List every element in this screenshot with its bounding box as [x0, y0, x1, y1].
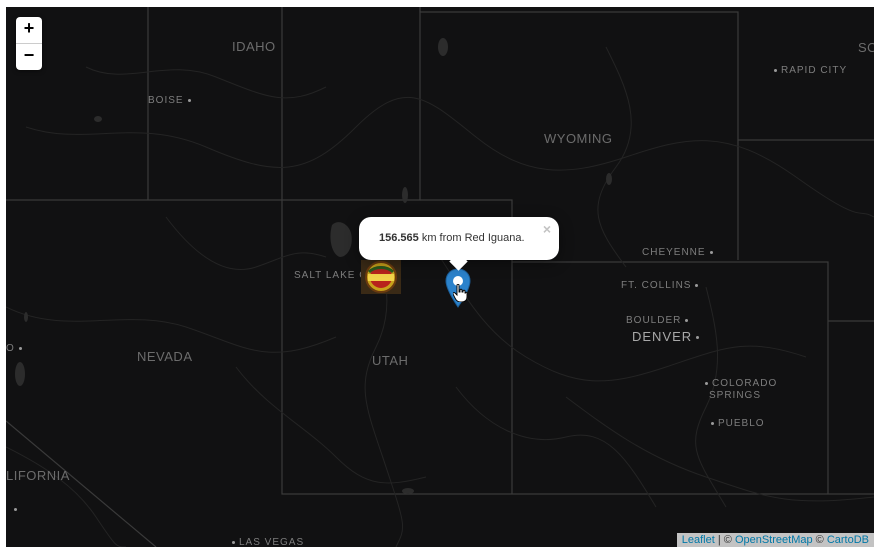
attribution: Leaflet | © OpenStreetMap © CartoDB [676, 533, 874, 547]
state-label-utah: UTAH [372, 353, 409, 368]
city-label-cheyenne: CHEYENNE [642, 247, 717, 258]
city-label-partial-west: O [6, 343, 26, 354]
city-label-boulder: BOULDER [626, 315, 692, 326]
state-label-wyoming: WYOMING [544, 131, 613, 146]
city-label-pueblo: PUEBLO [707, 418, 765, 429]
distance-popup: 156.565 km from Red Iguana. × [359, 217, 559, 271]
city-label-colorado-springs-line2: SPRINGS [709, 390, 762, 401]
city-label-salt-lake-city: SALT LAKE CI [294, 270, 372, 281]
state-label-south-dakota-partial: SO [858, 40, 874, 55]
city-label-partial-southwest-dot [10, 504, 21, 515]
popup-content: 156.565 km from Red Iguana. [379, 232, 525, 244]
city-label-rapid-city: RAPID CITY [770, 65, 847, 76]
popup-distance-value: 156.565 [379, 232, 419, 244]
city-label-denver: DENVER [632, 329, 703, 344]
openstreetmap-link[interactable]: OpenStreetMap [735, 534, 813, 546]
state-label-california-partial: LIFORNIA [6, 468, 70, 483]
state-label-idaho: IDAHO [232, 39, 276, 54]
leaflet-link[interactable]: Leaflet [682, 534, 715, 546]
popup-close-button[interactable]: × [543, 221, 551, 237]
city-label-ft-collins: FT. COLLINS [621, 280, 702, 291]
state-label-nevada: NEVADA [137, 349, 193, 364]
city-label-las-vegas: LAS VEGAS [228, 537, 304, 547]
city-label-boise: BOISE [148, 95, 195, 106]
map-container[interactable]: IDAHO WYOMING NEVADA UTAH SO LIFORNIA BO… [6, 7, 874, 547]
zoom-control: + − [16, 17, 42, 70]
zoom-out-button[interactable]: − [16, 43, 42, 70]
zoom-in-button[interactable]: + [16, 17, 42, 43]
red-iguana-icon[interactable] [361, 260, 401, 294]
hand-cursor-icon [453, 284, 467, 302]
city-label-colorado-springs: COLORADO [701, 378, 777, 389]
popup-distance-text: km from Red Iguana. [418, 232, 525, 244]
cartodb-link[interactable]: CartoDB [827, 534, 869, 546]
map-basemap [6, 7, 874, 547]
